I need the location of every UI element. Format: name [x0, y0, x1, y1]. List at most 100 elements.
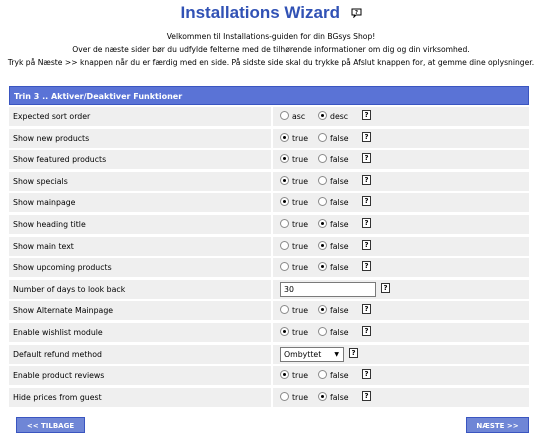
radio-label: true — [292, 306, 309, 315]
radio-asc[interactable] — [280, 111, 289, 120]
help-icon[interactable]: ? — [349, 348, 358, 358]
radio-label: false — [330, 263, 349, 272]
setting-control: true false? — [273, 301, 529, 320]
radio-label: asc — [292, 112, 306, 121]
help-icon[interactable]: ? — [362, 369, 371, 379]
next-button[interactable]: NÆSTE >> — [466, 417, 529, 433]
radio-false[interactable] — [318, 176, 327, 185]
setting-control: true false? — [273, 193, 529, 212]
radio-label: true — [292, 263, 309, 272]
radio-label: true — [292, 393, 309, 402]
radio-label: false — [330, 371, 349, 380]
help-icon[interactable]: ? — [362, 218, 371, 228]
setting-row: Show heading title true false? — [9, 215, 529, 234]
setting-label: Hide prices from guest — [9, 388, 271, 407]
radio-true[interactable] — [280, 197, 289, 206]
setting-row: Show featured products true false? — [9, 150, 529, 169]
setting-label: Show Alternate Mainpage — [9, 301, 271, 320]
radio-label: false — [330, 306, 349, 315]
help-icon[interactable]: ? — [362, 175, 371, 185]
radio-true[interactable] — [280, 154, 289, 163]
radio-desc[interactable] — [318, 111, 327, 120]
setting-label: Expected sort order — [9, 107, 271, 126]
help-icon[interactable]: ? — [362, 304, 371, 314]
radio-label: false — [330, 393, 349, 402]
help-icon[interactable]: ? — [362, 391, 371, 401]
radio-true[interactable] — [280, 133, 289, 142]
setting-control: true false? — [273, 215, 529, 234]
refund-method-select[interactable]: Ombyttet ▼ — [280, 347, 344, 362]
radio-label: desc — [330, 112, 349, 121]
step-header: Trin 3 .. Aktiver/Deaktiver Funktioner — [9, 86, 529, 105]
radio-true[interactable] — [280, 327, 289, 336]
help-icon[interactable]: ? — [362, 153, 371, 163]
radio-false[interactable] — [318, 262, 327, 271]
radio-false[interactable] — [318, 392, 327, 401]
radio-label: true — [292, 155, 309, 164]
setting-control: asc desc? — [273, 107, 529, 126]
setting-label: Show heading title — [9, 215, 271, 234]
setting-row: Number of days to look back 30? — [9, 280, 529, 299]
setting-row: Hide prices from guest true false? — [9, 388, 529, 407]
setting-row: Show new products true false? — [9, 129, 529, 148]
days-input[interactable]: 30 — [280, 282, 376, 297]
setting-label: Default refund method — [9, 345, 271, 364]
radio-false[interactable] — [318, 327, 327, 336]
help-icon[interactable]: ? — [362, 196, 371, 206]
help-icon[interactable]: ? — [362, 110, 371, 120]
radio-false[interactable] — [318, 154, 327, 163]
radio-true[interactable] — [280, 262, 289, 271]
setting-control: true false? — [273, 388, 529, 407]
setting-label: Enable wishlist module — [9, 323, 271, 342]
setting-label: Show new products — [9, 129, 271, 148]
radio-label: true — [292, 177, 309, 186]
intro-line: Velkommen til Installations-guiden for d… — [166, 32, 376, 41]
setting-control: Ombyttet ▼? — [273, 345, 529, 364]
help-icon[interactable]: ? — [362, 240, 371, 250]
help-speech-bubble-icon[interactable]: ? — [351, 8, 362, 18]
radio-true[interactable] — [280, 392, 289, 401]
setting-label: Show specials — [9, 172, 271, 191]
radio-false[interactable] — [318, 370, 327, 379]
setting-label: Show mainpage — [9, 193, 271, 212]
back-button[interactable]: << TILBAGE — [16, 417, 85, 433]
setting-row: Expected sort order asc desc? — [9, 107, 529, 126]
radio-false[interactable] — [318, 197, 327, 206]
radio-false[interactable] — [318, 133, 327, 142]
radio-label: true — [292, 198, 309, 207]
radio-false[interactable] — [318, 219, 327, 228]
radio-label: true — [292, 242, 309, 251]
radio-label: false — [330, 177, 349, 186]
setting-row: Default refund method Ombyttet ▼? — [9, 345, 529, 364]
radio-label: false — [330, 328, 349, 337]
setting-control: true false? — [273, 172, 529, 191]
setting-control: true false? — [273, 323, 529, 342]
radio-false[interactable] — [318, 305, 327, 314]
intro-line: Over de næste sider bør du udfylde felte… — [72, 45, 470, 54]
help-icon[interactable]: ? — [362, 326, 371, 336]
radio-true[interactable] — [280, 176, 289, 185]
setting-control: true false? — [273, 237, 529, 256]
help-icon[interactable]: ? — [362, 132, 371, 142]
setting-row: Show main text true false? — [9, 237, 529, 256]
radio-true[interactable] — [280, 219, 289, 228]
setting-control: true false? — [273, 150, 529, 169]
radio-false[interactable] — [318, 241, 327, 250]
page-title: Installations Wizard — [180, 3, 340, 22]
setting-row: Show mainpage true false? — [9, 193, 529, 212]
title-row: Installations Wizard ? — [0, 3, 542, 23]
setting-row: Enable wishlist module true false? — [9, 323, 529, 342]
radio-label: false — [330, 134, 349, 143]
radio-true[interactable] — [280, 305, 289, 314]
radio-label: false — [330, 220, 349, 229]
radio-label: true — [292, 371, 309, 380]
help-icon[interactable]: ? — [362, 261, 371, 271]
radio-label: true — [292, 134, 309, 143]
radio-label: false — [330, 155, 349, 164]
setting-label: Show main text — [9, 237, 271, 256]
radio-true[interactable] — [280, 370, 289, 379]
setting-row: Show upcoming products true false? — [9, 258, 529, 277]
help-icon[interactable]: ? — [381, 283, 390, 293]
setting-row: Show Alternate Mainpage true false? — [9, 301, 529, 320]
radio-true[interactable] — [280, 241, 289, 250]
